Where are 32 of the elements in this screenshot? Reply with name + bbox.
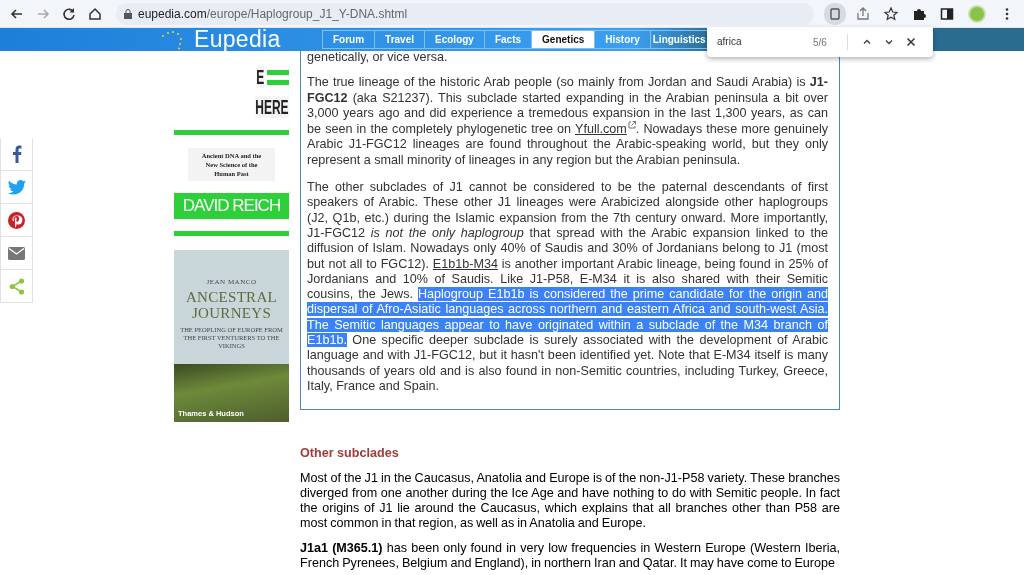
pinterest-share-button[interactable] (0, 204, 33, 237)
facebook-icon (11, 145, 22, 163)
cover-stripe (267, 79, 289, 85)
section-heading: Other subclades (300, 446, 400, 461)
text-link[interactable]: E1b1b-M34 (432, 256, 498, 271)
pinterest-icon (8, 211, 25, 229)
paragraph: J1a1 (M365.1) has been only found in very low frequencies in Western Europe (Western Iberia, French Pyrenees, Belgium and England), in northern Iran and Qatar. It may have come to Europe (300, 541, 840, 572)
text-link[interactable]: Yfull.com (575, 122, 627, 137)
cover-author: DAVID REICH (174, 192, 289, 219)
match-count: 5/6 (813, 36, 828, 48)
site-logo[interactable]: Eupedia (194, 28, 281, 51)
cover-title: E (256, 66, 264, 88)
share-icon (8, 277, 25, 295)
address-bar[interactable]: eupedia.com/europe/Haplogroup_J1_Y-DNA.shtml (116, 2, 814, 25)
cover-title: ANCESTRAL JOURNEYS (184, 289, 278, 321)
twitter-share-button[interactable] (0, 171, 33, 204)
bird-icon (7, 179, 26, 195)
nav-tab[interactable]: Genetics (531, 30, 595, 49)
page-icon[interactable] (824, 2, 846, 25)
paragraph: The true lineage of the historic Arab people (so mainly from Jordan and Saudi Arabia) is J1-FGC12 (aka S21237). This subclade started expanding in the Arabian peninsula a bit over 3,000 years ago and did experience a tremedous expansion in the last 1,300 years, as can be seen in the completely phylogenetic tree on Yfull.com . Nowadays these more genuinely Arabic J1-FGC12 lineages are found throughout the Arabic-speaking world, but they only represent a small minority of lineages in any region but the Arabian peninsula. (307, 75, 828, 169)
envelope-icon (8, 246, 25, 260)
paragraph: Most of the J1 in the Caucasus, Anatolia and Europe is of the non-J1-P58 variety. These branches diverged from one another during the Ice Age and have nothing to do with Semitic people. In fact the origins of J1 lie around the Caucasus, which explains that all branches other than P58 are most common in that region, as well as in Anatolia and Europe. (300, 471, 840, 532)
email-share-button[interactable] (0, 237, 33, 270)
find-field[interactable]: africa (717, 35, 797, 49)
paragraph: The other subclades of J1 cannot be considered to be the paternal descendants of first speakers of Arabic. These other J1 lineages were Arabicized alongside other haplogroups (J2, Q1b, etc.) during the Islamic expansion from the 7th century onward. More importantly, J1-FGC12 is not the only haplogroup that spread with the Arabic expansion linked to the diffusion of Islam. Nowadays only 40% of Saudis and 30% of Jordanians belong to J1 (most but not all to FGC12). E1b1b-M34 is another important Arabic lineage, being found in 25% of Jordanians and 10% of Saudis. Like J1-P58, E-M34 it is also shared with their Semitic cousins, the Jews. Haplogroup E1b1b is considered the prime candidate for the origin and dispersal of Afro-Asiatic languages across northern and eastern Africa and south-west Asia. The Semitic languages appear to have originated within a subclade of the M34 branch of E1b1b. One specific deeper subclade is surely associated with the development of Arabic language and with J1-FGC12, but it hasn't been identified yet. Note that E-M34 itself is many thousands of years old and is also found in non-Semitic countries, including Turkey, Greece, Italy, France and Spain. (307, 180, 828, 395)
external-link-icon (627, 121, 636, 130)
lock-icon (124, 8, 132, 19)
close-icon[interactable] (904, 35, 918, 49)
cover-title: HERE (255, 96, 289, 118)
paragraph: genetically, or vice versa. (307, 50, 449, 66)
facebook-share-button[interactable] (0, 138, 33, 171)
cover-stripe (267, 69, 289, 75)
